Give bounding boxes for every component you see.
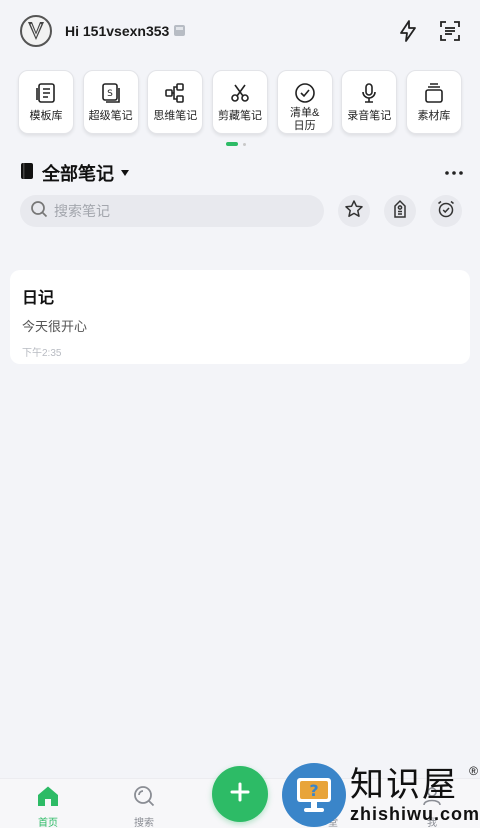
star-icon	[344, 199, 364, 224]
search-input[interactable]: 搜索笔记	[20, 195, 325, 227]
avatar-logo-icon	[28, 22, 44, 40]
quick-clip[interactable]: 剪藏笔记	[211, 70, 268, 134]
page-dot-active	[226, 142, 238, 146]
note-snippet: 今天很开心	[22, 319, 88, 334]
chevron-down-icon[interactable]	[120, 164, 130, 182]
quick-mindmap[interactable]: 思维笔记	[147, 70, 204, 134]
quick-template[interactable]: 模板库	[18, 70, 74, 134]
quick-super-note[interactable]: S 超级笔记	[82, 70, 139, 134]
add-note-button[interactable]	[212, 766, 268, 822]
avatar[interactable]	[20, 15, 52, 47]
quick-super-note-label: 超级笔记	[88, 110, 133, 122]
plus-icon	[229, 781, 251, 808]
tag-button[interactable]	[384, 195, 417, 227]
watermark-logo-icon: ?	[282, 763, 346, 827]
tab-search-label: 搜索	[134, 818, 154, 828]
quick-material-label: 素材库	[417, 110, 451, 122]
tab-home-label: 首页	[38, 818, 58, 828]
notebook-icon	[20, 162, 34, 185]
quick-audio[interactable]: 录音笔记	[341, 70, 398, 134]
quick-checklist[interactable]: 清单&日历	[276, 70, 333, 134]
quick-checklist-label: 清单&日历	[289, 107, 320, 132]
watermark-en-text: zhishiwu.com	[349, 804, 480, 824]
quick-material[interactable]: 素材库	[405, 70, 462, 134]
template-icon	[34, 81, 58, 105]
svg-text:?: ?	[309, 781, 318, 800]
registered-mark: ®	[469, 764, 478, 778]
microphone-icon	[357, 81, 381, 105]
flash-icon[interactable]	[396, 19, 420, 43]
quick-actions: 模板库 S 超级笔记 思维笔记 剪藏笔记 清单&日历 录音笔记 素材库	[18, 70, 462, 134]
greeting-label: Hi 151vsexn353	[65, 23, 170, 39]
checklist-icon	[293, 81, 317, 105]
quick-template-label: 模板库	[29, 110, 63, 122]
tab-search[interactable]: 搜索	[119, 785, 169, 828]
scan-icon[interactable]	[438, 19, 462, 43]
favorite-button[interactable]	[338, 195, 371, 227]
material-icon	[422, 81, 446, 105]
member-badge-icon	[173, 24, 186, 38]
scissors-icon	[228, 81, 252, 105]
watermark: ? 知识屋 zhishiwu.com ®	[282, 762, 480, 828]
mindmap-icon	[163, 81, 187, 105]
top-bar: Hi 151vsexn353	[0, 0, 480, 62]
notebook-title[interactable]: 全部笔记	[42, 160, 114, 186]
greeting-text: Hi 151vsexn353	[65, 23, 186, 39]
search-placeholder: 搜索笔记	[54, 203, 110, 219]
list-item[interactable]: 日记 今天很开心 下午2:35	[10, 270, 470, 364]
watermark-cn-text: 知识屋	[349, 765, 458, 805]
quick-mindmap-label: 思维笔记	[153, 110, 198, 122]
page-dot	[243, 142, 246, 146]
quick-audio-label: 录音笔记	[347, 110, 392, 122]
search-row: 搜索笔记	[20, 195, 463, 227]
tab-home[interactable]: 首页	[23, 785, 73, 828]
note-time: 下午2:35	[22, 348, 62, 359]
more-icon[interactable]	[444, 163, 464, 183]
quick-clip-label: 剪藏笔记	[217, 110, 262, 122]
svg-text:S: S	[107, 89, 113, 99]
tag-icon	[390, 199, 410, 224]
reminder-button[interactable]	[430, 195, 463, 227]
home-icon	[36, 785, 60, 812]
search-tab-icon	[133, 785, 155, 812]
alarm-clock-icon	[436, 199, 456, 224]
note-title: 日记	[22, 290, 55, 307]
search-icon	[30, 200, 48, 223]
notebook-header: 全部笔记	[20, 160, 464, 186]
super-note-icon: S	[99, 81, 123, 105]
page-indicator	[226, 142, 246, 146]
